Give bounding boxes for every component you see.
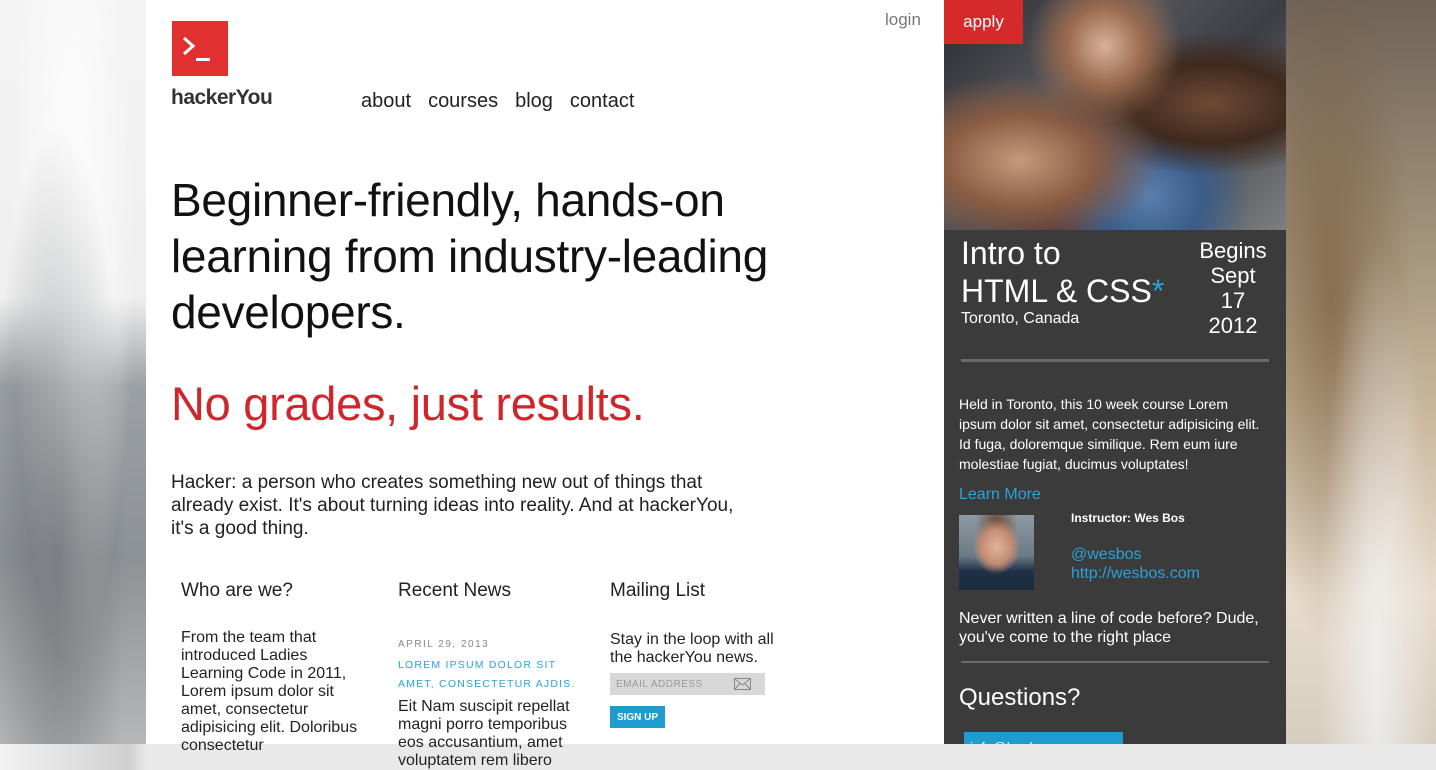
contact-email-button[interactable]: info@hackeryou.com [964, 732, 1123, 744]
begins-day: 17 [1220, 288, 1246, 313]
beginner-note: Never written a line of code before? Dud… [959, 610, 1259, 646]
main-nav: about courses blog contact [361, 90, 634, 113]
course-start-date: Begins Sept 17 2012 [1190, 238, 1276, 338]
apply-button[interactable]: apply [944, 0, 1023, 44]
login-link[interactable]: login [885, 10, 921, 30]
begins-label: Begins [1199, 238, 1267, 263]
brand-name: hackerYou [171, 86, 273, 109]
course-title-line-1: Intro to [961, 235, 1061, 271]
who-are-we-text: From the team that introduced Ladies Lea… [181, 629, 358, 754]
logo[interactable] [172, 21, 228, 76]
envelope-icon [734, 678, 751, 690]
questions-heading: Questions? [959, 684, 1081, 711]
nav-about[interactable]: about [361, 90, 411, 113]
learn-more-link[interactable]: Learn More [959, 486, 1041, 504]
news-body: Eit Nam suscipit repellat magni porro te… [398, 698, 570, 769]
background-photo-right [1286, 0, 1436, 744]
recent-news-section: Recent News APRIL 29, 2013 LOREM IPSUM D… [398, 580, 588, 770]
course-description: Held in Toronto, this 10 week course Lor… [959, 396, 1260, 472]
mailing-list-section: Mailing List Stay in the loop with all t… [610, 580, 790, 728]
who-are-we-section: Who are we? From the team that introduce… [181, 580, 361, 755]
begins-month: Sept [1210, 263, 1256, 288]
divider [961, 661, 1269, 663]
mailing-list-text: Stay in the loop with all the hackerYou … [610, 631, 774, 666]
divider [961, 359, 1269, 362]
terminal-prompt-icon [183, 36, 210, 61]
nav-blog[interactable]: blog [515, 90, 553, 113]
course-title: Intro to HTML & CSS* [961, 234, 1164, 310]
intro-text: Hacker: a person who creates something n… [171, 472, 734, 539]
course-title-name: HTML & CSS [961, 273, 1152, 309]
nav-courses[interactable]: courses [428, 90, 498, 113]
page-headline: Beginner-friendly, hands-on learning fro… [171, 174, 768, 338]
instructor-name: Instructor: Wes Bos [1071, 511, 1185, 525]
course-location: Toronto, Canada [961, 310, 1080, 327]
instructor-website-link[interactable]: http://wesbos.com [1071, 565, 1200, 583]
background-photo-left [0, 0, 146, 744]
sign-up-button[interactable]: SIGN UP [610, 706, 665, 728]
asterisk-mark: * [1151, 273, 1165, 309]
mailing-list-heading: Mailing List [610, 580, 706, 601]
news-date: APRIL 29, 2013 [398, 639, 490, 650]
begins-year: 2012 [1208, 313, 1258, 338]
recent-news-heading: Recent News [398, 580, 511, 601]
instructor-twitter-link[interactable]: @wesbos [1071, 546, 1142, 564]
who-are-we-heading: Who are we? [181, 580, 293, 601]
course-title-line-2: HTML & CSS* [961, 272, 1164, 310]
course-sidebar: apply Intro to HTML & CSS* Toronto, Cana… [944, 0, 1286, 744]
instructor-avatar [959, 515, 1034, 590]
main-content: hackerYou about courses blog contact log… [146, 0, 944, 769]
nav-contact[interactable]: contact [570, 90, 634, 113]
tagline: No grades, just results. [171, 377, 645, 430]
news-headline-link[interactable]: LOREM IPSUM DOLOR SIT AMET, CONSECTETUR … [398, 656, 588, 694]
